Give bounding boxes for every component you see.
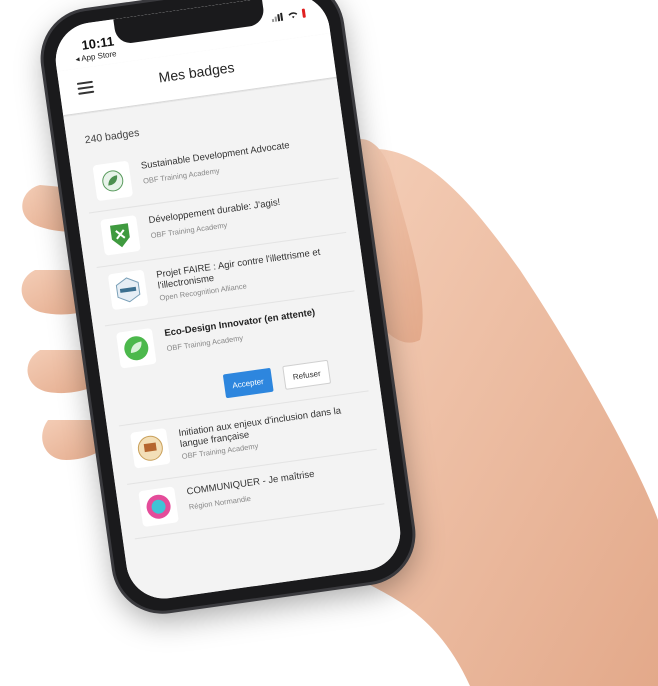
badge-title: Sustainable Development Advocate — [140, 140, 291, 172]
badge-issuer: Région Normandie — [188, 493, 252, 512]
back-to-app-store-link[interactable]: ◂ App Store — [75, 49, 117, 64]
refuse-button[interactable]: Refuser — [282, 359, 332, 390]
leaf-badge-icon — [92, 160, 134, 202]
hexagon-badge-icon — [107, 269, 149, 311]
shield-badge-icon — [100, 215, 141, 256]
badges-count: 240 badges — [84, 126, 141, 147]
badge-list: Sustainable Development Advocate OBF Tra… — [81, 123, 385, 540]
eco-design-badge-icon — [115, 327, 157, 369]
communiquer-badge-icon — [138, 486, 179, 528]
status-icons — [271, 8, 306, 23]
wifi-icon — [288, 11, 298, 18]
accept-button[interactable]: Accepter — [222, 367, 274, 399]
round-badge-icon — [130, 427, 171, 469]
battery-icon — [301, 8, 306, 18]
signal-icon — [271, 12, 284, 22]
